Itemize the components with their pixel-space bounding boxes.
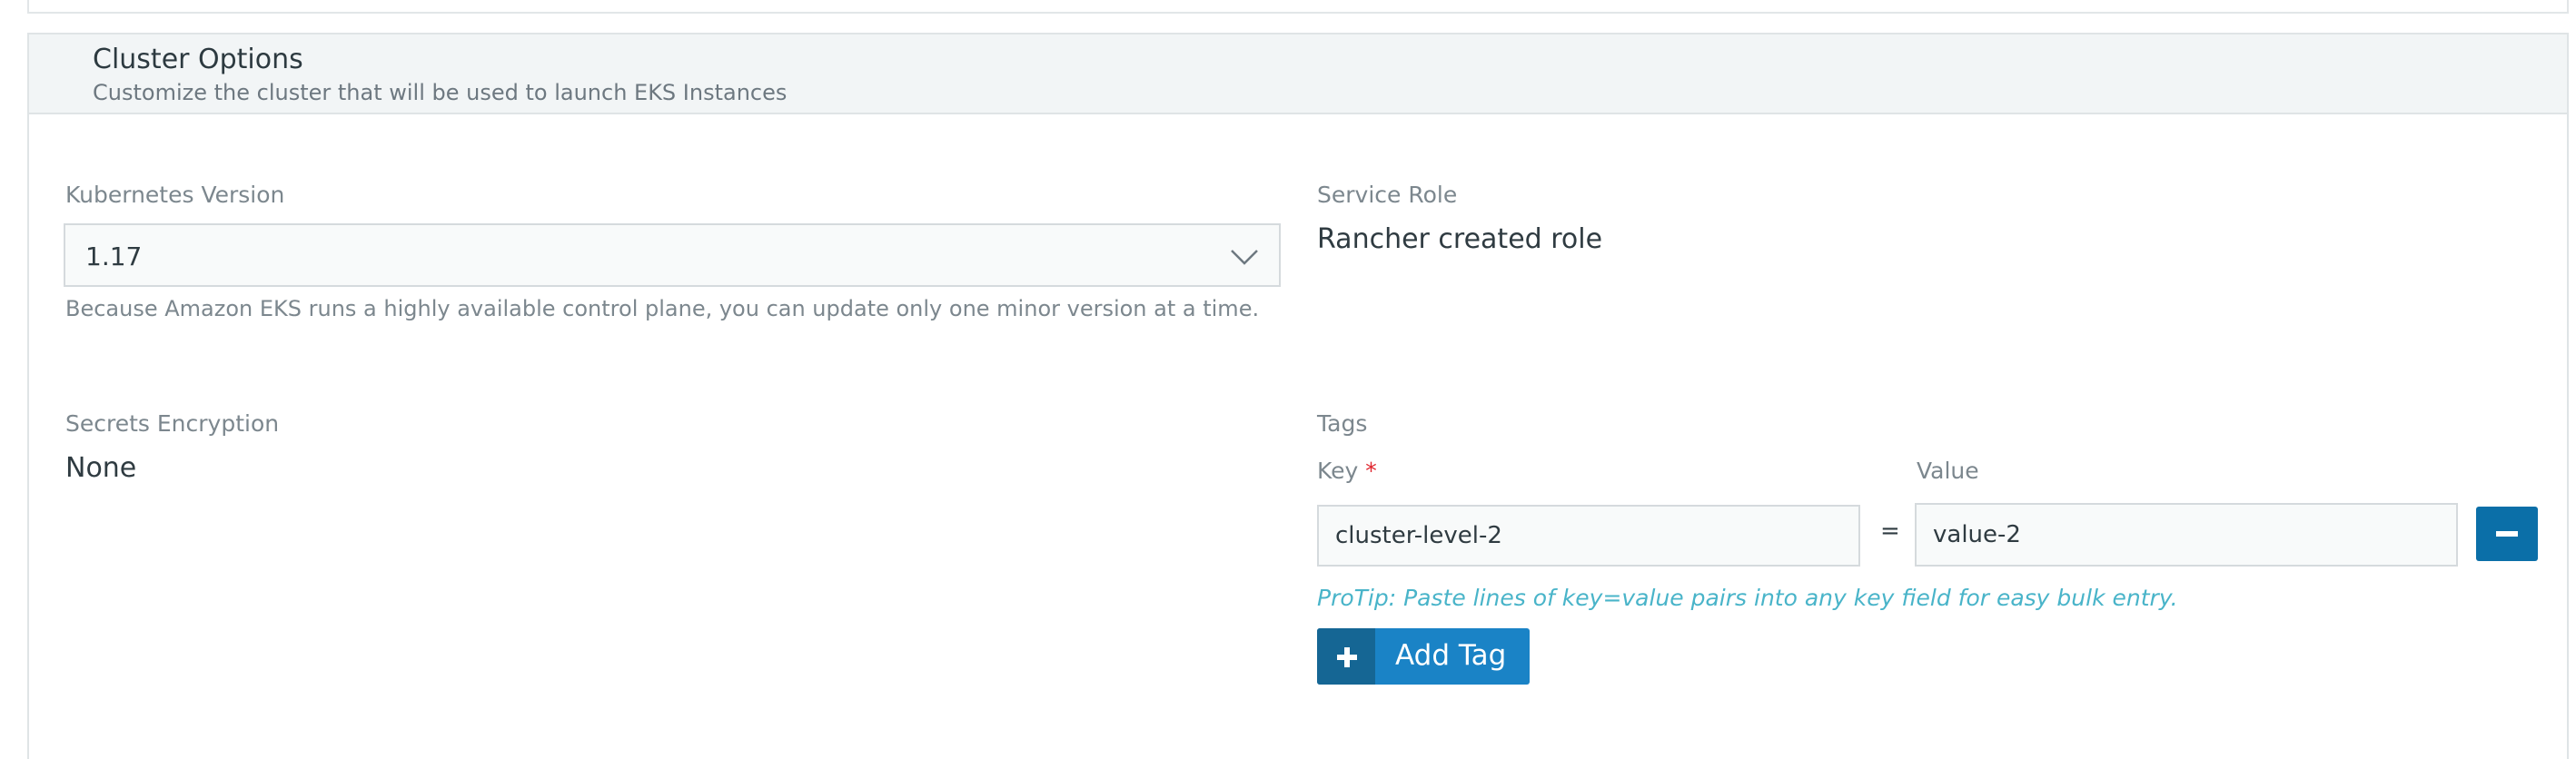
section-subtitle: Customize the cluster that will be used … (93, 80, 788, 105)
minus-icon (2496, 531, 2518, 537)
section-title: Cluster Options (93, 44, 303, 75)
tags-label: Tags (1317, 410, 1368, 437)
kubernetes-version-value: 1.17 (85, 242, 143, 271)
protip-text: ProTip: Paste lines of key=value pairs i… (1317, 585, 2178, 611)
key-value-separator: = (1880, 518, 1900, 545)
kubernetes-version-select[interactable]: 1.17 (64, 223, 1281, 287)
add-tag-label: Add Tag (1395, 639, 1507, 672)
cluster-options-panel: Cluster Options Customize the cluster th… (27, 33, 2569, 759)
kubernetes-version-help: Because Amazon EKS runs a highly availab… (65, 296, 1260, 321)
tag-key-input[interactable] (1317, 505, 1860, 567)
plus-icon (1317, 628, 1375, 685)
section-header: Cluster Options Customize the cluster th… (29, 34, 2567, 114)
service-role-value: Rancher created role (1317, 223, 1603, 255)
tag-value-input[interactable] (1915, 503, 2458, 567)
tag-value-label: Value (1917, 458, 1979, 484)
secrets-encryption-value: None (65, 452, 137, 484)
remove-tag-button[interactable] (2476, 507, 2538, 561)
tag-key-label-text: Key (1317, 458, 1359, 484)
secrets-encryption-label: Secrets Encryption (65, 410, 280, 437)
chevron-down-icon (1231, 250, 1258, 265)
kubernetes-version-label: Kubernetes Version (65, 182, 285, 208)
service-role-label: Service Role (1317, 182, 1458, 208)
tag-key-label: Key * (1317, 458, 1377, 484)
previous-section-edge (27, 0, 2569, 14)
add-tag-button[interactable]: Add Tag (1317, 628, 1530, 685)
required-marker: * (1365, 458, 1377, 484)
